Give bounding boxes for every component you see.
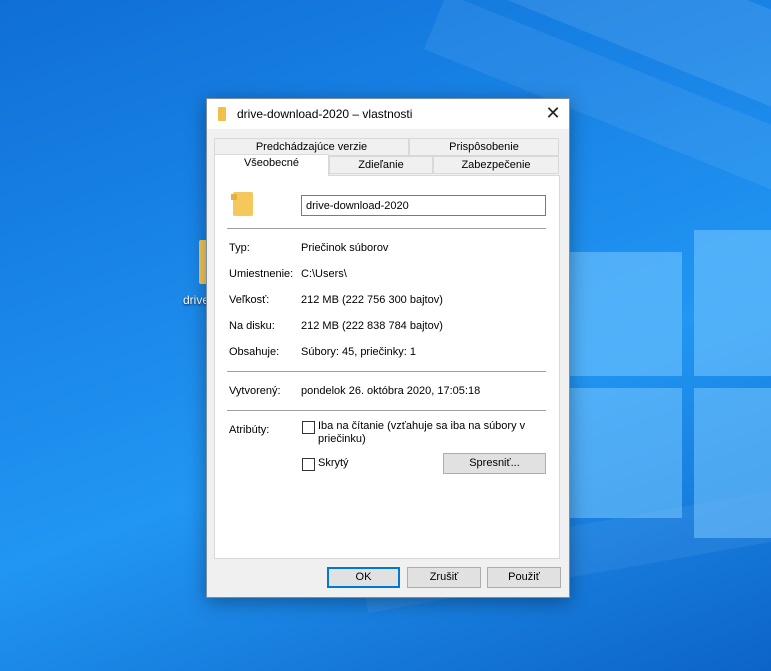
windows-logo xyxy=(570,230,771,560)
hidden-label[interactable]: Skrytý xyxy=(318,457,349,470)
windows-logo-pane xyxy=(570,252,682,376)
size-label: Veľkosť: xyxy=(229,294,270,306)
separator xyxy=(227,228,546,229)
properties-dialog: drive-download-2020 – vlastnosti ✕ Predc… xyxy=(206,98,570,598)
location-label: Umiestnenie: xyxy=(229,268,294,280)
general-tab-panel: Typ: Priečinok súborov Umiestnenie: C:\U… xyxy=(214,175,560,559)
readonly-label[interactable]: Iba na čítanie (vzťahuje sa iba na súbor… xyxy=(318,420,525,446)
windows-logo-pane xyxy=(694,230,771,376)
separator xyxy=(227,410,546,411)
disk-size-label: Na disku: xyxy=(229,320,275,332)
tab-security[interactable]: Zabezpečenie xyxy=(433,156,559,174)
folder-name-input[interactable] xyxy=(301,195,546,216)
folder-icon xyxy=(218,107,226,121)
hidden-checkbox[interactable] xyxy=(302,458,315,471)
apply-button[interactable]: Použiť xyxy=(487,567,561,588)
attributes-label: Atribúty: xyxy=(229,424,270,436)
type-label: Typ: xyxy=(229,242,250,254)
size-value: 212 MB (222 756 300 bajtov) xyxy=(301,294,443,306)
readonly-label-line2: priečinku) xyxy=(318,433,366,445)
windows-logo-pane xyxy=(570,388,682,518)
close-button[interactable]: ✕ xyxy=(537,99,569,129)
type-value: Priečinok súborov xyxy=(301,242,389,254)
created-value: pondelok 26. októbra 2020, 17:05:18 xyxy=(301,385,481,397)
created-label: Vytvorený: xyxy=(229,385,281,397)
dialog-title: drive-download-2020 – vlastnosti xyxy=(237,107,413,121)
folder-icon xyxy=(231,192,253,216)
readonly-label-line1: Iba na čítanie (vzťahuje sa iba na súbor… xyxy=(318,420,526,432)
readonly-checkbox[interactable] xyxy=(302,421,315,434)
tab-sharing[interactable]: Zdieľanie xyxy=(329,156,433,174)
tab-general[interactable]: Všeobecné xyxy=(214,154,329,176)
disk-size-value: 212 MB (222 838 784 bajtov) xyxy=(301,320,443,332)
contains-value: Súbory: 45, priečinky: 1 xyxy=(301,346,416,358)
ok-button[interactable]: OK xyxy=(327,567,400,588)
location-value: C:\Users\ xyxy=(301,268,347,280)
advanced-button[interactable]: Spresniť... xyxy=(443,453,546,474)
title-bar[interactable]: drive-download-2020 – vlastnosti ✕ xyxy=(207,99,569,129)
tab-customize[interactable]: Prispôsobenie xyxy=(409,138,559,156)
contains-label: Obsahuje: xyxy=(229,346,280,358)
windows-logo-pane xyxy=(694,388,771,538)
cancel-button[interactable]: Zrušiť xyxy=(407,567,481,588)
separator xyxy=(227,371,546,372)
